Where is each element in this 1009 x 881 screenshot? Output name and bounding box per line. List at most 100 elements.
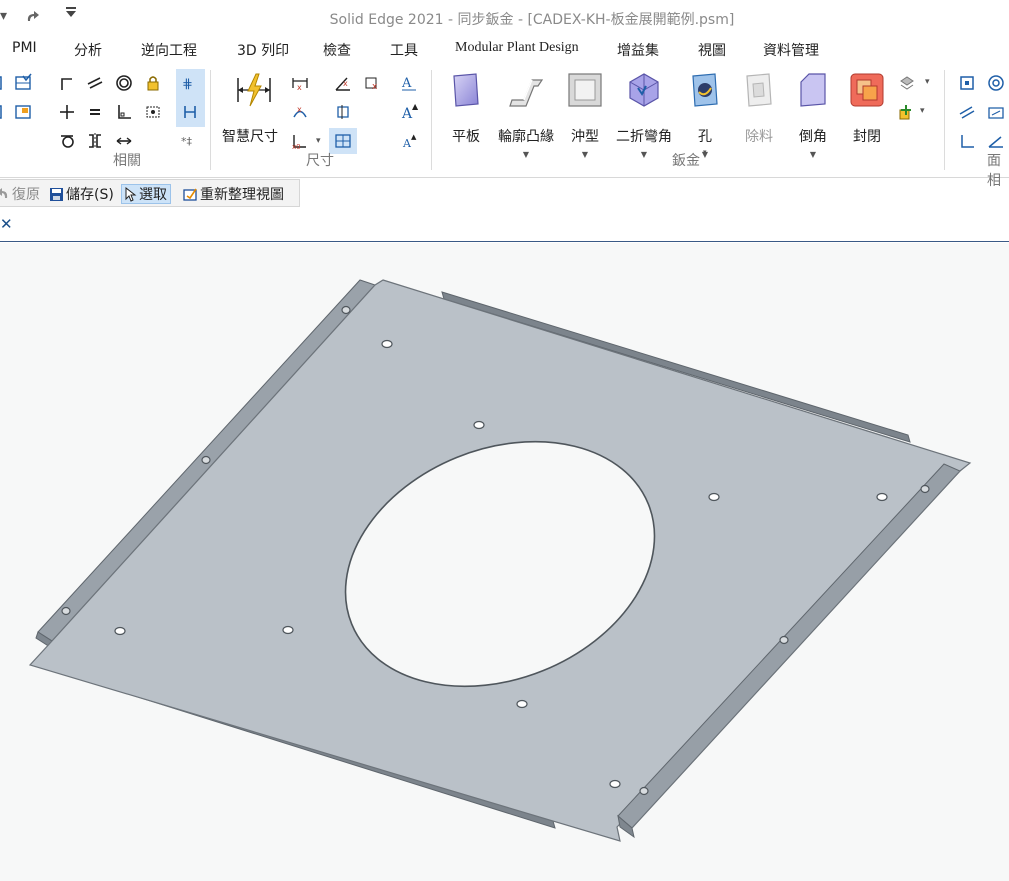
graphics-viewport[interactable] [0, 243, 1009, 881]
table-check-icon[interactable] [12, 72, 34, 94]
tab-analyze[interactable]: 分析 [74, 40, 102, 60]
dimple-button[interactable]: 沖型 ▼ [553, 68, 617, 168]
close-icon[interactable]: ✕ [0, 215, 13, 233]
svg-text:x: x [297, 105, 302, 114]
undo-label: 復原 [12, 187, 40, 203]
refresh-view-button[interactable]: 重新整理視圖 [183, 184, 284, 204]
decrease-text-icon[interactable]: A ▲ [398, 130, 420, 152]
text-annotation-icon[interactable]: A [398, 72, 420, 94]
tab-plate-button[interactable]: 平板 [434, 68, 498, 168]
chamfer-caret[interactable]: ▼ [810, 150, 816, 159]
chamfer-icon [800, 73, 826, 107]
perpendicular-corner-icon[interactable] [56, 72, 78, 94]
plate-hole[interactable] [609, 779, 621, 789]
horizontal-vertical-icon[interactable] [113, 101, 135, 123]
face-square-icon[interactable] [956, 72, 978, 94]
smart-dimension-label: 智慧尺寸 [222, 129, 278, 145]
flange-hole[interactable] [639, 786, 649, 796]
tab-modular-plant-design[interactable]: Modular Plant Design [455, 40, 579, 56]
undo-button[interactable]: 復原 [0, 184, 40, 204]
coordinate-dimension-caret[interactable]: ▾ [316, 136, 321, 146]
intersect-icon[interactable] [56, 101, 78, 123]
angular-dimension-icon[interactable]: x [332, 72, 354, 94]
plate-hole[interactable] [114, 626, 126, 636]
dimension-grid-icon[interactable] [332, 130, 354, 152]
parallel-icon[interactable] [84, 72, 106, 94]
maintain-relationships-icon[interactable] [179, 101, 201, 123]
save-button[interactable]: 儲存(S) [49, 184, 114, 204]
tangent-icon[interactable] [56, 130, 78, 152]
face-angle-icon[interactable] [985, 130, 1007, 152]
face-perpendicular-icon[interactable] [956, 130, 978, 152]
contour-flange-caret[interactable]: ▼ [523, 150, 529, 159]
refresh-view-label: 重新整理視圖 [200, 187, 284, 203]
face-concentric-icon[interactable] [985, 72, 1007, 94]
tab-tools[interactable]: 工具 [390, 40, 418, 60]
distance-arrow-icon[interactable] [113, 130, 135, 152]
plate-hole[interactable] [473, 420, 485, 430]
cutout-icon [746, 73, 772, 107]
plate-hole[interactable] [381, 339, 393, 349]
svg-text:A: A [401, 76, 412, 91]
between-dimension-icon[interactable]: x [289, 72, 311, 94]
coordinate-dimension-icon[interactable]: x0 [289, 130, 311, 152]
stacked-dimension-icon[interactable] [332, 101, 354, 123]
dimension-filter-icon[interactable]: x [362, 72, 384, 94]
angle-dimension-icon[interactable]: x [289, 101, 311, 123]
flange-hole[interactable] [920, 484, 930, 494]
sheetmetal-options-caret[interactable]: ▾ [925, 77, 930, 87]
face-parallel-icon[interactable] [956, 101, 978, 123]
tab-3d-print[interactable]: 3D 列印 [237, 40, 289, 60]
tab-view[interactable]: 視圖 [698, 40, 726, 60]
sheetmetal-insert-caret[interactable]: ▾ [920, 106, 925, 116]
show-relationships-icon[interactable]: *‡ [179, 130, 201, 152]
contour-flange-button[interactable]: 輪廓凸緣 ▼ [494, 68, 558, 168]
increase-text-icon[interactable]: A ▲ [398, 101, 420, 123]
concentric-icon[interactable] [113, 72, 135, 94]
tab-reverse-engineering[interactable]: 逆向工程 [141, 40, 197, 60]
relate-assistant-icon[interactable]: ⋕ [179, 72, 201, 94]
plate-hole[interactable] [516, 699, 528, 709]
svg-text:x: x [343, 79, 348, 88]
tab-inspect[interactable]: 檢查 [323, 40, 351, 60]
close-corner-button[interactable]: 封閉 [835, 68, 899, 168]
sheetmetal-group-expander[interactable]: ▾ [703, 148, 707, 156]
undo-icon [0, 188, 8, 198]
tab-pmi[interactable]: PMI [12, 40, 37, 56]
close-corner-icon [850, 73, 884, 107]
flange-hole[interactable] [61, 606, 71, 616]
two-bend-corner-caret[interactable]: ▼ [641, 150, 647, 159]
dimple-icon [568, 73, 602, 107]
group-label-relate: 相關 [113, 153, 141, 169]
collinear-icon[interactable] [142, 101, 164, 123]
equal-icon[interactable] [84, 101, 106, 123]
save-label: 儲存(S) [66, 187, 114, 203]
plate-hole[interactable] [282, 625, 294, 635]
tab-add-ins[interactable]: 增益集 [617, 40, 659, 60]
plate-hole[interactable] [708, 492, 720, 502]
plate-hole[interactable] [876, 492, 888, 502]
contour-flange-icon [509, 79, 544, 107]
sheetmetal-insert-icon[interactable] [896, 101, 918, 123]
sheet-metal-part[interactable] [0, 243, 1009, 881]
tab-data-management[interactable]: 資料管理 [763, 40, 819, 60]
dimple-caret[interactable]: ▼ [582, 150, 588, 159]
face-plane-icon[interactable] [985, 101, 1007, 123]
window-title: Solid Edge 2021 - 同步鈑金 - [CADEX-KH-板金展開範… [329, 12, 735, 28]
flange-hole[interactable] [341, 305, 351, 315]
flange-hole[interactable] [201, 455, 211, 465]
save-icon [50, 187, 63, 201]
sheetmetal-options-icon[interactable] [896, 72, 918, 94]
flange-hole[interactable] [779, 635, 789, 645]
ribbon-tabs: PMI 分析 逆向工程 3D 列印 檢查 工具 Modular Plant De… [0, 36, 1009, 62]
select-button[interactable]: 選取 [121, 184, 171, 204]
lock-icon[interactable] [142, 72, 164, 94]
group-label-face: 面相 [987, 153, 1001, 189]
ribbon: ⋕ *‡ 相關 智慧尺寸 x x x0 ▾ x x A A ▲ A ▲ 尺寸 平板 [0, 62, 1009, 189]
smart-dimension-button[interactable]: 智慧尺寸 [222, 70, 282, 150]
two-bend-corner-button[interactable]: 二折彎角 ▼ [612, 68, 676, 168]
command-bar: 復原 儲存(S) 選取 重新整理視圖 [0, 179, 300, 207]
table-orange-icon[interactable] [12, 101, 34, 123]
symmetric-icon[interactable] [84, 130, 106, 152]
close-corner-label: 封閉 [853, 129, 881, 145]
